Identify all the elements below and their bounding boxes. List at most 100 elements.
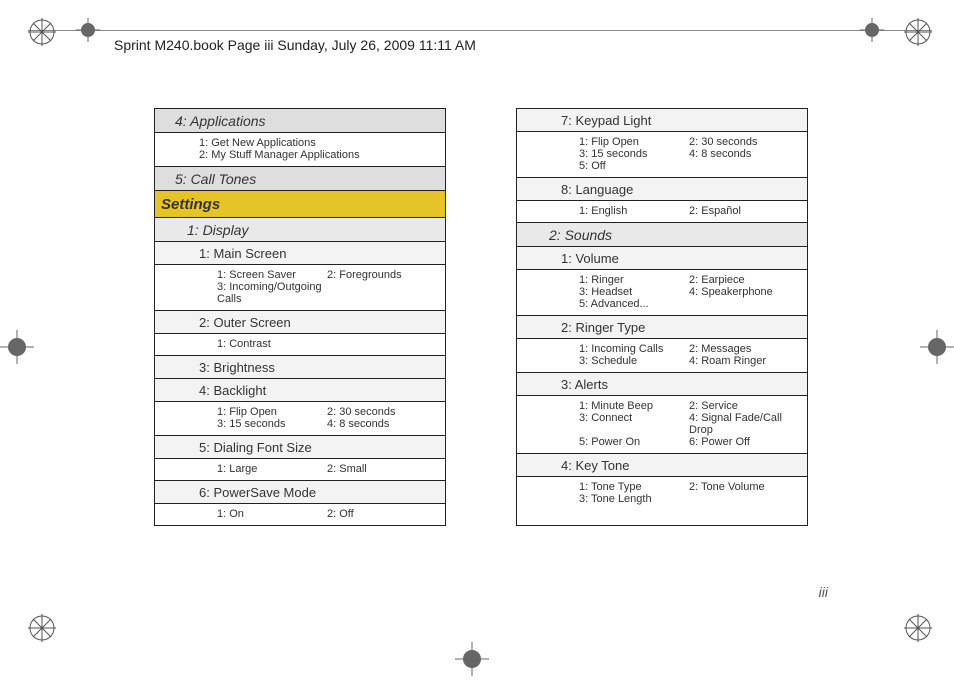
page-number: iii (819, 584, 828, 600)
menu-item: 1: Tone Type (579, 481, 689, 493)
menu-item: 2: Messages (689, 343, 799, 355)
menu-column-right: 7: Keypad Light1: Flip Open2: 30 seconds… (516, 108, 808, 526)
menu-heading: 2: Ringer Type (517, 316, 807, 338)
menu-heading: 2: Sounds (517, 223, 807, 246)
menu-items: 1: Tone Type2: Tone Volume3: Tone Length (517, 477, 807, 510)
menu-items: 1: On2: Off (155, 504, 445, 525)
menu-heading: 3: Brightness (155, 356, 445, 378)
menu-row: 2: Ringer Type (517, 316, 807, 339)
menu-item: 1: Flip Open (579, 136, 689, 148)
menu-item: 3: 15 seconds (579, 148, 689, 160)
menu-item: 5: Off (579, 160, 689, 172)
menu-row: 1: Volume (517, 247, 807, 270)
menu-item (689, 298, 799, 310)
menu-row: 1: Incoming Calls2: Messages3: Schedule4… (517, 339, 807, 373)
crosshair-icon (76, 18, 100, 42)
menu-row: 7: Keypad Light (517, 109, 807, 132)
menu-row: 1: Get New Applications2: My Stuff Manag… (155, 133, 445, 167)
menu-row: 2: Outer Screen (155, 311, 445, 334)
menu-heading: 5: Dialing Font Size (155, 436, 445, 458)
menu-row: 3: Brightness (155, 356, 445, 379)
menu-item: 3: Tone Length (579, 493, 689, 505)
menu-heading: 8: Language (517, 178, 807, 200)
menu-items: 1: Get New Applications2: My Stuff Manag… (155, 133, 445, 166)
menu-heading: 1: Display (155, 218, 445, 241)
menu-item: 4: Roam Ringer (689, 355, 799, 367)
crosshair-icon (455, 642, 489, 676)
menu-item: 1: On (217, 508, 327, 520)
menu-heading: 4: Applications (155, 109, 445, 132)
menu-row: 4: Key Tone (517, 454, 807, 477)
menu-item: 5: Advanced... (579, 298, 689, 310)
menu-items: 1: Flip Open2: 30 seconds3: 15 seconds4:… (517, 132, 807, 177)
menu-items: 1: Incoming Calls2: Messages3: Schedule4… (517, 339, 807, 372)
menu-item: 1: English (579, 205, 689, 217)
menu-item: 3: Incoming/Outgoing Calls (217, 281, 327, 305)
menu-heading: 2: Outer Screen (155, 311, 445, 333)
menu-item: 1: Screen Saver (217, 269, 327, 281)
crosshair-icon (0, 330, 34, 364)
menu-row: 1: Ringer2: Earpiece3: Headset4: Speaker… (517, 270, 807, 316)
menu-row: 1: Large2: Small (155, 459, 445, 481)
menu-item: 3: Connect (579, 412, 689, 436)
menu-item: 2: My Stuff Manager Applications (199, 149, 437, 161)
menu-row: 1: Main Screen (155, 242, 445, 265)
header-text: Sprint M240.book Page iii Sunday, July 2… (114, 37, 476, 53)
register-mark-icon (904, 18, 932, 46)
menu-items: 1: Large2: Small (155, 459, 445, 480)
menu-item: 1: Get New Applications (199, 137, 437, 149)
menu-item: 3: Headset (579, 286, 689, 298)
menu-item: 2: Earpiece (689, 274, 799, 286)
menu-row: 1: Flip Open2: 30 seconds3: 15 seconds4:… (155, 402, 445, 436)
menu-heading: 4: Key Tone (517, 454, 807, 476)
menu-item (689, 160, 799, 172)
menu-row: 3: Alerts (517, 373, 807, 396)
menu-item: 2: Foregrounds (327, 269, 437, 281)
menu-item: 1: Flip Open (217, 406, 327, 418)
menu-row: 4: Backlight (155, 379, 445, 402)
menu-item: 2: Tone Volume (689, 481, 799, 493)
register-mark-icon (28, 18, 56, 46)
menu-item: 2: Off (327, 508, 437, 520)
header-rule (28, 30, 932, 31)
menu-row: 5: Dialing Font Size (155, 436, 445, 459)
menu-item: 2: Service (689, 400, 799, 412)
menu-heading: 5: Call Tones (155, 167, 445, 190)
menu-items: 1: Screen Saver2: Foregrounds3: Incoming… (155, 265, 445, 310)
register-mark-icon (28, 614, 56, 642)
menu-row: 1: Screen Saver2: Foregrounds3: Incoming… (155, 265, 445, 311)
menu-row: 8: Language (517, 178, 807, 201)
menu-heading: 3: Alerts (517, 373, 807, 395)
menu-row: 5: Call Tones (155, 167, 445, 191)
menu-item: 2: 30 seconds (327, 406, 437, 418)
menu-items: 1: Flip Open2: 30 seconds3: 15 seconds4:… (155, 402, 445, 435)
menu-row: 1: On2: Off (155, 504, 445, 525)
menu-items: 1: English2: Español (517, 201, 807, 222)
menu-row: 2: Sounds (517, 223, 807, 247)
menu-item: 1: Ringer (579, 274, 689, 286)
menu-item: 4: Speakerphone (689, 286, 799, 298)
menu-item (689, 493, 799, 505)
page: Sprint M240.book Page iii Sunday, July 2… (0, 0, 954, 682)
crosshair-icon (920, 330, 954, 364)
menu-item: 4: Signal Fade/Call Drop (689, 412, 799, 436)
crosshair-icon (860, 18, 884, 42)
menu-column-left: 4: Applications1: Get New Applications2:… (154, 108, 446, 526)
menu-row: 1: English2: Español (517, 201, 807, 223)
menu-heading: 6: PowerSave Mode (155, 481, 445, 503)
menu-item: 5: Power On (579, 436, 689, 448)
menu-items: 1: Minute Beep2: Service3: Connect4: Sig… (517, 396, 807, 453)
menu-row: 1: Minute Beep2: Service3: Connect4: Sig… (517, 396, 807, 454)
menu-heading: Settings (155, 191, 445, 217)
menu-item: 2: Small (327, 463, 437, 475)
menu-item: 1: Contrast (217, 338, 327, 350)
menu-row: Settings (155, 191, 445, 218)
menu-row: 1: Contrast (155, 334, 445, 356)
menu-heading: 1: Volume (517, 247, 807, 269)
menu-items: 1: Ringer2: Earpiece3: Headset4: Speaker… (517, 270, 807, 315)
menu-heading: 4: Backlight (155, 379, 445, 401)
menu-item: 3: Schedule (579, 355, 689, 367)
menu-item: 4: 8 seconds (689, 148, 799, 160)
menu-item (327, 281, 437, 305)
content-columns: 4: Applications1: Get New Applications2:… (154, 108, 808, 526)
